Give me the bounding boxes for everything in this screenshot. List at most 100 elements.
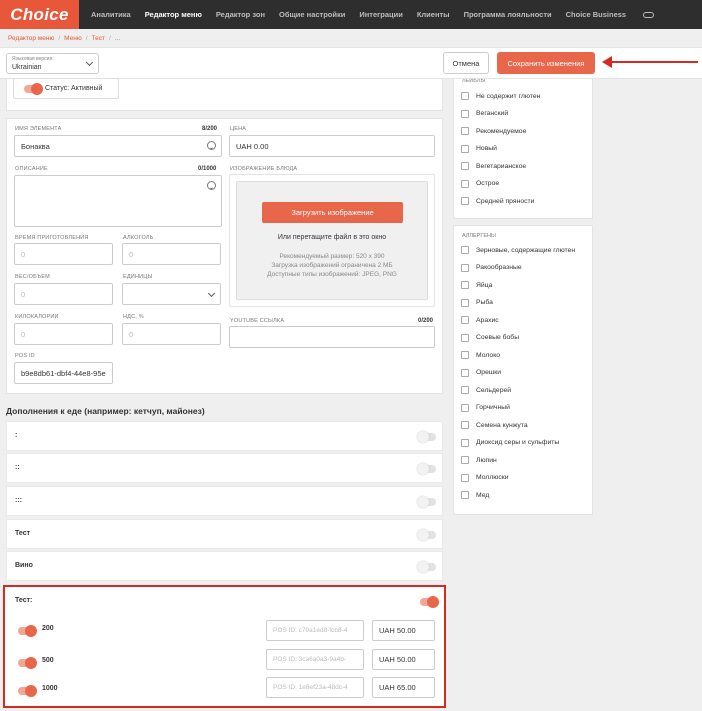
- label-checkbox-row[interactable]: Новый: [461, 144, 497, 153]
- label-checkbox-row[interactable]: Средней пряности: [461, 197, 534, 205]
- addon-group-toggle[interactable]: [417, 463, 436, 475]
- allergen-checkbox-row[interactable]: Семена кунжута: [461, 421, 528, 429]
- active-group-toggle[interactable]: [420, 596, 439, 608]
- description-textarea[interactable]: [14, 175, 222, 227]
- label-checkbox-row[interactable]: Рекомендуемое: [461, 127, 526, 135]
- checkbox[interactable]: [461, 162, 469, 170]
- variant-pos-input[interactable]: POS ID: c70a1ed8-fcb8-4: [266, 620, 364, 641]
- breadcrumb-menu-editor[interactable]: Редактор меню: [8, 35, 54, 42]
- checkbox[interactable]: [461, 456, 469, 464]
- checkbox[interactable]: [461, 109, 469, 118]
- nav-general-settings[interactable]: Общие настройки: [279, 10, 345, 19]
- youtube-input[interactable]: [229, 326, 435, 348]
- pos-id-input[interactable]: b9e8db61-dbf4-44e8-95e: [14, 362, 113, 384]
- nav-analytics[interactable]: Аналитика: [91, 10, 131, 19]
- checkbox[interactable]: [461, 92, 469, 100]
- variant-price-input[interactable]: UAH 65.00: [372, 677, 435, 698]
- nav-zone-editor[interactable]: Редактор зон: [216, 10, 265, 19]
- variant-toggle[interactable]: [18, 685, 37, 697]
- allergen-checkbox-row[interactable]: Орешки: [461, 368, 501, 377]
- nav-loyalty[interactable]: Программа лояльности: [464, 10, 552, 19]
- checkbox[interactable]: [461, 421, 469, 429]
- nav-menu-editor[interactable]: Редактор меню: [145, 10, 202, 19]
- addon-group-toggle[interactable]: [417, 561, 436, 573]
- checkbox[interactable]: [461, 333, 469, 342]
- allergen-checkbox-row[interactable]: Соевые бобы: [461, 333, 519, 342]
- checkbox[interactable]: [461, 144, 469, 153]
- checkbox[interactable]: [461, 368, 469, 377]
- status-toggle-box[interactable]: Статус: Активный: [13, 78, 119, 99]
- addon-group-name: :::: [15, 497, 22, 504]
- cook-time-input[interactable]: 0: [14, 243, 113, 265]
- allergen-checkbox-row[interactable]: Рыба: [461, 298, 493, 307]
- emoji-icon[interactable]: [207, 141, 216, 150]
- label-checkbox-label: Не содержит глютен: [476, 92, 541, 100]
- variant-pos-input[interactable]: POS ID: 1e8ef23a-48dc-4: [266, 677, 364, 698]
- allergen-checkbox-row[interactable]: Мед: [461, 491, 489, 499]
- weight-input[interactable]: 0: [14, 283, 113, 305]
- checkbox[interactable]: [461, 281, 469, 289]
- addon-group[interactable]: Тест: [6, 519, 443, 549]
- label-checkbox-row[interactable]: Веганский: [461, 109, 508, 118]
- label-checkbox-row[interactable]: Вегетарианское: [461, 162, 526, 170]
- allergen-checkbox-row[interactable]: Яйца: [461, 281, 492, 289]
- breadcrumb-test[interactable]: Тест: [92, 35, 105, 42]
- checkbox[interactable]: [461, 473, 469, 482]
- allergen-checkbox-row[interactable]: Сельдерей: [461, 386, 511, 394]
- nav-choice-business[interactable]: Choice Business: [566, 10, 655, 19]
- variant-toggle[interactable]: [18, 657, 37, 669]
- variant-pos-input[interactable]: POS ID: 3ca6a0a3-9a4b-: [266, 649, 364, 670]
- alcohol-input[interactable]: 0: [122, 243, 221, 265]
- allergen-checkbox-row[interactable]: Зерновые, содержащие глютен: [461, 246, 575, 254]
- allergen-checkbox-row[interactable]: Горчичный: [461, 403, 510, 412]
- label-checkbox-label: Средней пряности: [476, 197, 535, 205]
- vat-input[interactable]: 0: [122, 323, 221, 345]
- language-select[interactable]: Языковая версия: Ukrainian: [6, 53, 99, 74]
- status-toggle[interactable]: [24, 83, 43, 95]
- checkbox[interactable]: [461, 298, 469, 307]
- nav-clients[interactable]: Клиенты: [417, 10, 450, 19]
- variant-price-input[interactable]: UAH 50.00: [372, 620, 435, 641]
- variant-price-input[interactable]: UAH 50.00: [372, 649, 435, 670]
- variant-toggle[interactable]: [18, 625, 37, 637]
- addon-group[interactable]: :::: [6, 486, 443, 516]
- checkbox[interactable]: [461, 263, 469, 272]
- checkbox[interactable]: [461, 246, 469, 254]
- checkbox[interactable]: [461, 403, 469, 412]
- allergen-checkbox-row[interactable]: Молоко: [461, 351, 500, 359]
- addon-group-toggle[interactable]: [417, 431, 436, 443]
- save-button[interactable]: Сохранить изменения: [497, 52, 595, 74]
- checkbox[interactable]: [461, 197, 469, 205]
- allergen-checkbox-row[interactable]: Диоксид серы и сульфиты: [461, 438, 559, 447]
- checkbox[interactable]: [461, 179, 469, 188]
- addon-group[interactable]: :: [6, 421, 443, 451]
- kcal-input[interactable]: 0: [14, 323, 113, 345]
- nav-integrations[interactable]: Интеграции: [359, 10, 402, 19]
- cancel-button[interactable]: Отмена: [443, 52, 489, 74]
- addon-group[interactable]: Вино: [6, 551, 443, 581]
- allergen-checkbox-row[interactable]: Моллюски: [461, 473, 509, 482]
- price-input[interactable]: UAH 0.00: [229, 135, 435, 157]
- allergen-checkbox-row[interactable]: Ракообразные: [461, 263, 522, 272]
- checkbox[interactable]: [461, 386, 469, 394]
- units-select[interactable]: [122, 283, 221, 305]
- checkbox[interactable]: [461, 351, 469, 359]
- emoji-icon[interactable]: [207, 181, 216, 190]
- annotation-arrow: [602, 56, 698, 68]
- upload-image-button[interactable]: Загрузить изображение: [262, 202, 403, 223]
- allergen-checkbox-row[interactable]: Люпин: [461, 456, 497, 464]
- allergen-checkbox-label: Зерновые, содержащие глютен: [476, 246, 576, 254]
- logo[interactable]: Choice: [0, 0, 79, 29]
- checkbox[interactable]: [461, 316, 469, 324]
- addon-group-toggle[interactable]: [417, 529, 436, 541]
- breadcrumb-menu[interactable]: Меню: [64, 35, 82, 42]
- label-checkbox-row[interactable]: Не содержит глютен: [461, 92, 540, 100]
- checkbox[interactable]: [461, 491, 469, 499]
- addon-group-toggle[interactable]: [417, 496, 436, 508]
- name-input[interactable]: Бонаква: [14, 135, 222, 157]
- allergen-checkbox-row[interactable]: Арахис: [461, 316, 499, 324]
- checkbox[interactable]: [461, 127, 469, 135]
- checkbox[interactable]: [461, 438, 469, 447]
- addon-group[interactable]: ::: [6, 453, 443, 483]
- label-checkbox-row[interactable]: Острое: [461, 179, 499, 188]
